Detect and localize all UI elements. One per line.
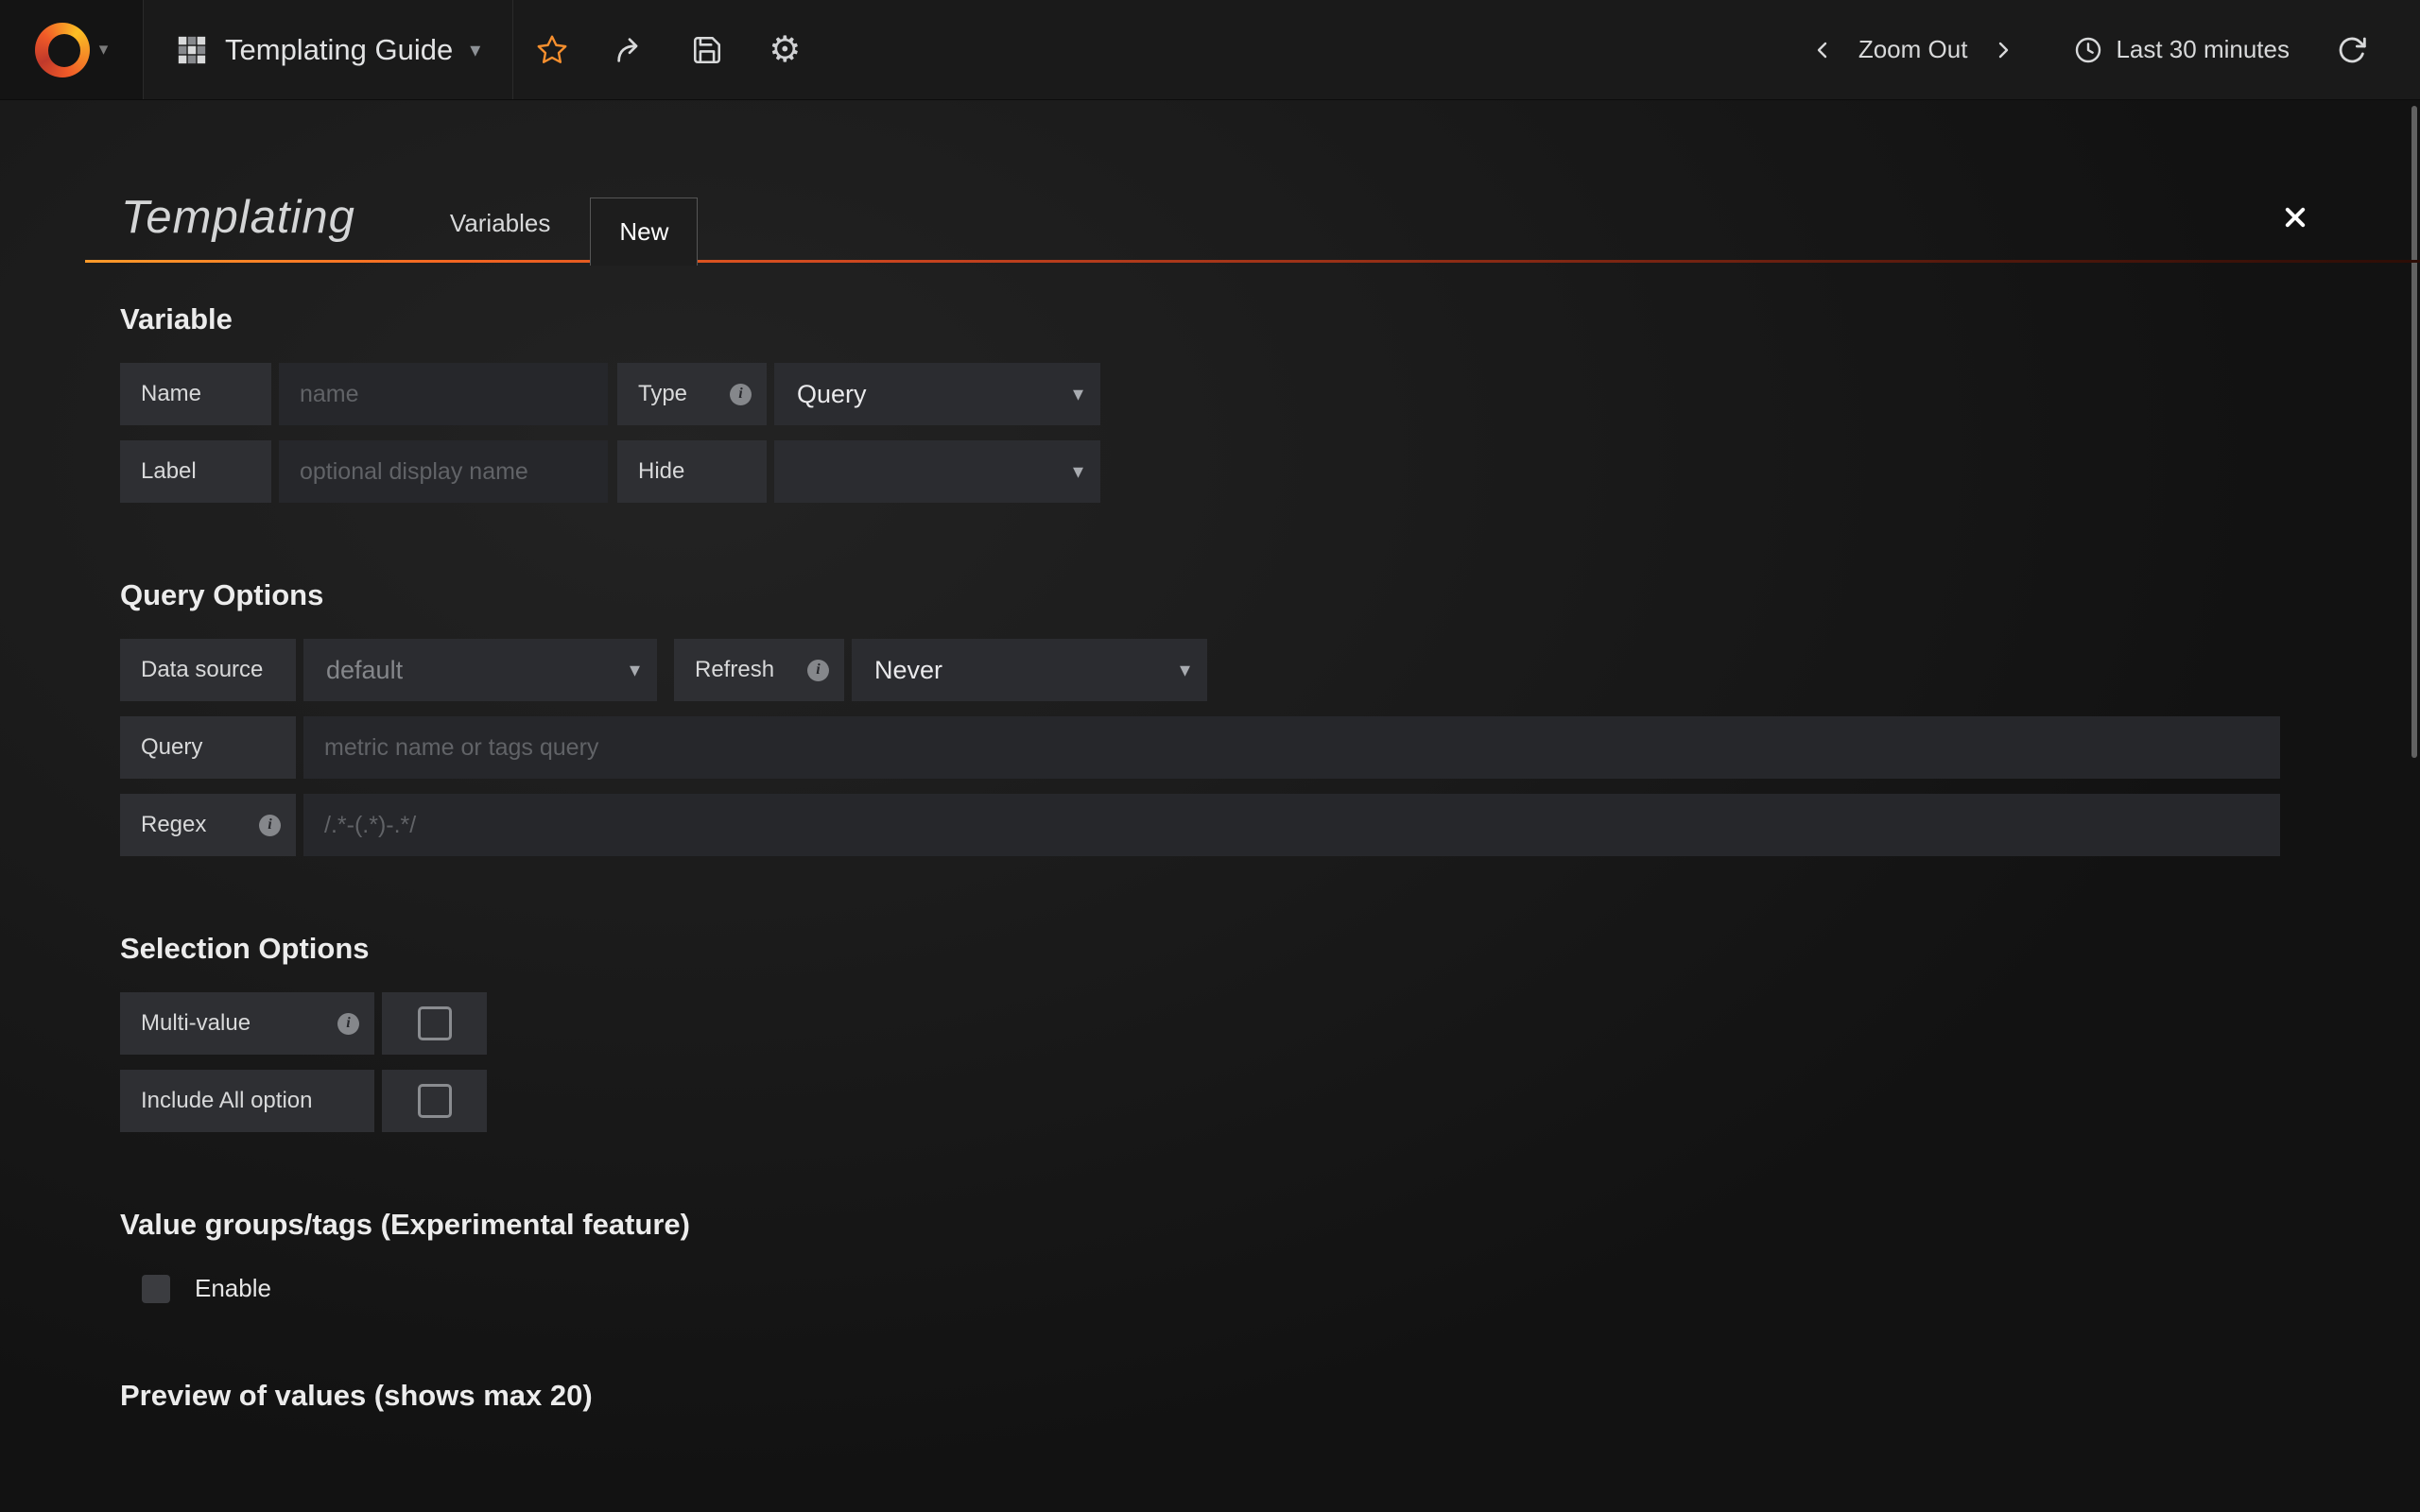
enable-label: Enable [195, 1274, 271, 1303]
chevron-left-icon [1811, 36, 1834, 64]
preview-heading: Preview of values (shows max 20) [120, 1379, 2280, 1413]
refresh-info-icon[interactable]: i [807, 660, 829, 681]
multi-value-info-icon[interactable]: i [337, 1013, 359, 1035]
multi-value-label: Multi-value i [120, 992, 374, 1055]
refresh-select[interactable]: Never ▾ [852, 639, 1207, 701]
regex-info-icon[interactable]: i [259, 815, 281, 836]
dashboard-settings-button[interactable]: ⚙ [746, 0, 823, 99]
dashboard-actions: ⚙ [513, 0, 823, 99]
tab-new[interactable]: New [590, 198, 698, 266]
gear-icon: ⚙ [769, 32, 801, 68]
query-input[interactable] [303, 716, 2280, 779]
regex-input[interactable] [303, 794, 2280, 856]
include-all-checkbox-cell [382, 1070, 487, 1132]
share-dashboard-button[interactable] [591, 0, 668, 99]
time-shift-forward-button[interactable] [1973, 36, 2033, 64]
chevron-down-icon: ▾ [99, 41, 109, 59]
label-input[interactable] [279, 440, 608, 503]
query-row: Query [120, 716, 2280, 779]
tab-variables[interactable]: Variables [450, 209, 590, 263]
chevron-down-icon: ▾ [630, 660, 640, 680]
type-label: Type i [617, 363, 767, 425]
enable-row: Enable [142, 1274, 2280, 1303]
include-all-label: Include All option [120, 1070, 374, 1132]
grafana-logo-button[interactable]: ▾ [0, 0, 144, 99]
regex-row: Regex i [120, 794, 2280, 856]
share-icon [614, 34, 646, 66]
datasource-refresh-row: Data source default ▾ Refresh i Never ▾ [120, 639, 2280, 701]
time-range-picker-button[interactable]: Last 30 minutes [2073, 35, 2290, 65]
variable-label-row: Label Hide ▾ [120, 440, 2280, 503]
dashboard-grid-icon [176, 34, 208, 66]
multi-value-row: Multi-value i [120, 992, 2280, 1055]
refresh-label: Refresh i [674, 639, 844, 701]
chevron-down-icon: ▾ [1073, 461, 1083, 482]
time-range-label: Last 30 minutes [2116, 35, 2290, 64]
chevron-down-icon: ▾ [1180, 660, 1190, 680]
label-label: Label [120, 440, 271, 503]
include-all-checkbox[interactable] [418, 1084, 452, 1118]
star-icon [535, 33, 569, 67]
save-dashboard-button[interactable] [668, 0, 746, 99]
data-source-label: Data source [120, 639, 296, 701]
type-info-icon[interactable]: i [730, 384, 752, 405]
value-groups-heading: Value groups/tags (Experimental feature) [120, 1208, 2280, 1242]
dashboard-picker-button[interactable]: Templating Guide ▾ [144, 0, 513, 99]
enable-checkbox[interactable] [142, 1275, 170, 1303]
star-dashboard-button[interactable] [513, 0, 591, 99]
variable-name-row: Name Type i Query ▾ [120, 363, 2280, 425]
clock-icon [2073, 35, 2103, 65]
close-editor-button[interactable] [2282, 204, 2308, 231]
data-source-select[interactable]: default ▾ [303, 639, 657, 701]
name-input[interactable] [279, 363, 608, 425]
dashboard-title: Templating Guide [225, 33, 453, 67]
name-label: Name [120, 363, 271, 425]
selection-options-heading: Selection Options [120, 932, 2280, 966]
time-shift-back-button[interactable] [1792, 36, 1853, 64]
hide-select[interactable]: ▾ [774, 440, 1100, 503]
variable-section-heading: Variable [120, 302, 2280, 336]
time-controls: Zoom Out Last 30 minutes [1792, 0, 2420, 99]
chevron-down-icon: ▾ [1073, 384, 1083, 404]
refresh-dashboard-button[interactable] [2337, 35, 2367, 65]
chevron-down-icon: ▾ [470, 40, 480, 60]
include-all-row: Include All option [120, 1070, 2280, 1132]
templating-tabs: Variables New [450, 195, 698, 263]
scrollbar-thumb[interactable] [2411, 106, 2417, 758]
grafana-logo-icon [35, 23, 90, 77]
regex-label: Regex i [120, 794, 296, 856]
close-icon [2282, 204, 2308, 231]
top-navbar: ▾ Templating Guide ▾ [0, 0, 2420, 100]
refresh-icon [2337, 35, 2367, 65]
variable-editor-form: Variable Name Type i Query ▾ Label Hide … [120, 302, 2280, 1512]
query-options-heading: Query Options [120, 578, 2280, 612]
page-title: Templating [121, 191, 355, 244]
templating-editor-header: Templating Variables New [85, 100, 2420, 263]
chevron-right-icon [1992, 36, 2014, 64]
multi-value-checkbox[interactable] [418, 1006, 452, 1040]
query-label: Query [120, 716, 296, 779]
type-select[interactable]: Query ▾ [774, 363, 1100, 425]
multi-value-checkbox-cell [382, 992, 487, 1055]
hide-label: Hide [617, 440, 767, 503]
zoom-out-button[interactable]: Zoom Out [1853, 35, 1974, 64]
save-icon [691, 34, 723, 66]
